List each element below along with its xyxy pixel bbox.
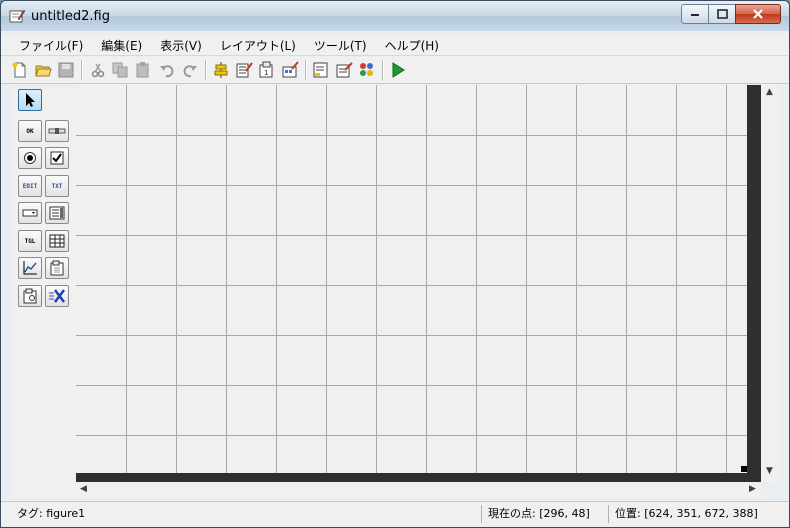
table-icon	[49, 234, 65, 248]
scroll-left-icon[interactable]: ◀	[80, 484, 87, 494]
axes-icon	[23, 261, 37, 275]
close-icon	[753, 9, 763, 19]
static-text-tool[interactable]: TXT	[45, 175, 69, 197]
radio-button-icon	[24, 152, 36, 164]
open-folder-icon[interactable]	[34, 61, 52, 79]
select-tool-button[interactable]	[18, 89, 42, 111]
toolbar-editor-icon[interactable]	[281, 61, 299, 79]
checkbox-icon	[50, 151, 64, 165]
listbox-tool[interactable]	[45, 202, 69, 224]
edit-text-tool[interactable]: EDIT	[18, 175, 42, 197]
save-icon[interactable]	[57, 61, 75, 79]
slider-tool[interactable]	[45, 120, 69, 142]
window-title: untitled2.fig	[31, 9, 110, 24]
table-tool[interactable]	[45, 230, 69, 252]
activex-icon	[49, 289, 65, 303]
align-objects-icon[interactable]	[212, 61, 230, 79]
vertical-scrollbar[interactable]: ▲ ▼	[761, 85, 779, 482]
figure-file-icon	[9, 9, 25, 23]
horizontal-scrollbar[interactable]: ◀ ▶	[76, 482, 761, 498]
button-group-tool[interactable]	[18, 285, 42, 307]
layout-grid	[76, 85, 747, 473]
status-current-point: 現在の点: [296, 48]	[488, 507, 590, 520]
pushbutton-tool[interactable]: OK	[18, 120, 42, 142]
listbox-icon	[49, 206, 65, 220]
scroll-down-icon[interactable]: ▼	[766, 466, 773, 476]
toggle-button-tool[interactable]: TGL	[18, 230, 42, 252]
tab-order-icon[interactable]: 1	[258, 61, 276, 79]
canvas-bottom-border	[76, 473, 761, 482]
menu-view[interactable]: 表示(V)	[152, 37, 210, 54]
radio-button-tool[interactable]	[18, 147, 42, 169]
cursor-arrow-icon	[26, 93, 35, 107]
menu-file[interactable]: ファイル(F)	[11, 37, 91, 54]
button-group-icon	[23, 288, 37, 304]
undo-icon[interactable]	[158, 61, 176, 79]
minimize-icon	[691, 14, 699, 16]
popup-menu-tool[interactable]	[18, 202, 42, 224]
menu-edit[interactable]: 編集(E)	[93, 37, 150, 54]
scroll-right-icon[interactable]: ▶	[749, 484, 756, 494]
menu-tools[interactable]: ツール(T)	[306, 37, 375, 54]
component-palette: OK EDIT TXT TGL	[13, 87, 75, 499]
layout-canvas[interactable]	[76, 85, 747, 473]
property-inspector-icon[interactable]	[335, 61, 353, 79]
canvas-right-border	[747, 85, 761, 473]
static-text-icon: TXT	[51, 182, 63, 190]
toggle-button-icon: TGL	[24, 237, 36, 245]
new-file-icon[interactable]	[11, 61, 29, 79]
panel-icon	[50, 260, 64, 276]
title-bar[interactable]: untitled2.fig	[1, 1, 789, 31]
checkbox-tool[interactable]	[45, 147, 69, 169]
scroll-up-icon[interactable]: ▲	[766, 87, 773, 97]
slider-icon	[48, 128, 66, 134]
maximize-button[interactable]	[708, 4, 736, 24]
guide-window: untitled2.fig ファイル(F) 編集(E) 表示(V) レイアウト(…	[0, 0, 790, 528]
panel-tool[interactable]	[45, 257, 69, 279]
menu-editor-icon[interactable]	[235, 61, 253, 79]
activex-control-tool[interactable]	[45, 285, 69, 307]
svg-text:1: 1	[264, 69, 268, 77]
popup-menu-icon	[22, 209, 38, 217]
minimize-button[interactable]	[681, 4, 709, 24]
run-icon[interactable]	[389, 61, 407, 79]
edit-text-icon: EDIT	[22, 182, 38, 190]
status-bar: タグ: figure1 現在の点: [296, 48] 位置: [624, 35…	[1, 501, 789, 526]
copy-icon[interactable]	[111, 61, 129, 79]
menu-bar: ファイル(F) 編集(E) 表示(V) レイアウト(L) ツール(T) ヘルプ(…	[1, 35, 789, 56]
status-position: 位置: [624, 351, 672, 388]	[615, 507, 758, 520]
object-browser-icon[interactable]	[358, 61, 376, 79]
figure-resize-handle[interactable]	[741, 466, 747, 472]
close-button[interactable]	[735, 4, 781, 24]
menu-help[interactable]: ヘルプ(H)	[377, 37, 447, 54]
axes-tool[interactable]	[18, 257, 42, 279]
maximize-icon	[716, 9, 728, 19]
menu-layout[interactable]: レイアウト(L)	[212, 37, 304, 54]
mfile-editor-icon[interactable]	[312, 61, 330, 79]
paste-icon[interactable]	[134, 61, 152, 79]
status-tag: タグ: figure1	[17, 507, 86, 520]
pushbutton-icon: OK	[26, 127, 34, 135]
redo-icon[interactable]	[181, 61, 199, 79]
toolbar: 1	[1, 57, 789, 84]
cut-icon[interactable]	[89, 61, 107, 79]
